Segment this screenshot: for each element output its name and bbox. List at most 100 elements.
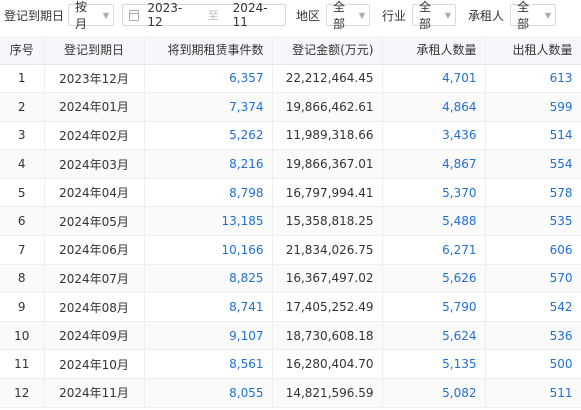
cell-due-date: 2023年12月: [44, 64, 145, 94]
cell-lessee-count[interactable]: 5,370: [382, 178, 486, 208]
region-select[interactable]: 全部 ▼: [326, 0, 371, 31]
cell-lessor-count[interactable]: 500: [485, 349, 581, 380]
header-registered-amount[interactable]: 登记金额(万元): [272, 36, 383, 65]
cell-lessee-count[interactable]: 5,624: [382, 321, 486, 351]
cell-lessor-count[interactable]: 599: [485, 92, 581, 122]
cell-registered-amount: 16,797,994.41: [272, 178, 383, 208]
cell-index: 8: [0, 264, 45, 294]
cell-registered-amount: 22,212,464.45: [272, 64, 383, 94]
chevron-down-icon: ▼: [444, 10, 452, 20]
header-lessor-count[interactable]: 出租人数量: [485, 36, 581, 65]
lessee-select[interactable]: 全部 ▼: [510, 0, 557, 31]
cell-due-date: 2024年09月: [44, 321, 145, 351]
calendar-icon: [129, 9, 140, 21]
start-date: 2023-12: [147, 1, 183, 29]
cell-lessee-count[interactable]: 4,864: [382, 92, 486, 122]
table-row: 9 2024年08月 8,741 17,405,252.49 5,790 542: [0, 292, 581, 322]
cell-registered-amount: 21,834,026.75: [272, 235, 383, 265]
chevron-down-icon: ▼: [358, 10, 366, 20]
cell-due-date: 2024年03月: [44, 149, 145, 179]
cell-due-date: 2024年07月: [44, 264, 145, 294]
cell-index: 11: [0, 349, 45, 380]
region-label: 地区: [296, 8, 321, 23]
period-select-value: 按月: [75, 0, 88, 31]
cell-expiring-events[interactable]: 13,185: [144, 206, 273, 237]
cell-registered-amount: 16,280,404.70: [272, 349, 383, 380]
cell-registered-amount: 11,989,318.66: [272, 121, 383, 151]
cell-index: 10: [0, 321, 45, 351]
cell-expiring-events[interactable]: 8,216: [144, 149, 273, 179]
cell-due-date: 2024年04月: [44, 178, 145, 208]
cell-lessor-count[interactable]: 606: [485, 235, 581, 265]
cell-registered-amount: 16,367,497.02: [272, 264, 383, 294]
cell-lessor-count[interactable]: 536: [485, 321, 581, 351]
table-row: 6 2024年05月 13,185 15,358,818.25 5,488 535: [0, 206, 581, 237]
industry-select[interactable]: 全部 ▼: [412, 0, 457, 31]
cell-expiring-events[interactable]: 6,357: [144, 64, 273, 94]
cell-lessee-count[interactable]: 4,701: [382, 64, 486, 94]
cell-expiring-events[interactable]: 8,561: [144, 349, 273, 380]
period-select[interactable]: 按月 ▼: [68, 0, 115, 31]
lessee-label: 承租人: [468, 8, 505, 23]
cell-lessor-count[interactable]: 514: [485, 121, 581, 151]
table-body: 1 2023年12月 6,357 22,212,464.45 4,701 613 2 2024…: [0, 64, 581, 408]
header-due-date[interactable]: 登记到期日: [44, 36, 145, 65]
table-row: 4 2024年03月 8,216 19,866,367.01 4,867 554: [0, 149, 581, 179]
cell-lessor-count[interactable]: 578: [485, 178, 581, 208]
cell-expiring-events[interactable]: 9,107: [144, 321, 273, 351]
chevron-down-icon: ▼: [544, 10, 552, 20]
cell-expiring-events[interactable]: 7,374: [144, 92, 273, 122]
cell-lessee-count[interactable]: 6,271: [382, 235, 486, 265]
cell-lessor-count[interactable]: 511: [485, 378, 581, 408]
cell-registered-amount: 17,405,252.49: [272, 292, 383, 322]
cell-expiring-events[interactable]: 8,055: [144, 378, 273, 408]
lessee-select-value: 全部: [517, 0, 530, 31]
cell-expiring-events[interactable]: 8,798: [144, 178, 273, 208]
cell-expiring-events[interactable]: 8,741: [144, 292, 273, 322]
filter-bar: 登记到期日 按月 ▼ 2023-12 至 2024-11 地区 全部 ▼ 行业 …: [0, 0, 581, 31]
cell-lessor-count[interactable]: 542: [485, 292, 581, 322]
date-range-picker[interactable]: 2023-12 至 2024-11: [122, 1, 287, 29]
cell-lessor-count[interactable]: 570: [485, 264, 581, 294]
cell-lessee-count[interactable]: 3,436: [382, 121, 486, 151]
date-filter-label: 登记到期日: [4, 8, 65, 23]
industry-select-value: 全部: [419, 0, 432, 31]
cell-lessee-count[interactable]: 5,135: [382, 349, 486, 380]
header-index[interactable]: 序号: [0, 36, 45, 65]
cell-registered-amount: 15,358,818.25: [272, 206, 383, 237]
range-separator: 至: [207, 9, 219, 22]
cell-registered-amount: 19,866,367.01: [272, 149, 383, 179]
cell-index: 5: [0, 178, 45, 208]
cell-lessor-count[interactable]: 554: [485, 149, 581, 179]
cell-lessor-count[interactable]: 535: [485, 206, 581, 237]
cell-lessee-count[interactable]: 5,082: [382, 378, 486, 408]
cell-expiring-events[interactable]: 8,825: [144, 264, 273, 294]
table-header-row: 序号 登记到期日 将到期租赁事件数 登记金额(万元) 承租人数量 出租人数量: [0, 36, 581, 65]
region-select-value: 全部: [333, 0, 346, 31]
table-row: 8 2024年07月 8,825 16,367,497.02 5,626 570: [0, 264, 581, 294]
cell-index: 12: [0, 378, 45, 408]
data-table: 序号 登记到期日 将到期租赁事件数 登记金额(万元) 承租人数量 出租人数量 1…: [0, 36, 581, 408]
cell-expiring-events[interactable]: 10,166: [144, 235, 273, 265]
header-lessee-count[interactable]: 承租人数量: [382, 36, 486, 65]
table-row: 11 2024年10月 8,561 16,280,404.70 5,135 500: [0, 349, 581, 380]
cell-lessee-count[interactable]: 5,488: [382, 206, 486, 237]
cell-index: 9: [0, 292, 45, 322]
cell-index: 6: [0, 206, 45, 237]
cell-due-date: 2024年05月: [44, 206, 145, 237]
cell-lessor-count[interactable]: 613: [485, 64, 581, 94]
cell-lessee-count[interactable]: 5,790: [382, 292, 486, 322]
cell-registered-amount: 14,821,596.59: [272, 378, 383, 408]
chevron-down-icon: ▼: [102, 10, 110, 20]
cell-expiring-events[interactable]: 5,262: [144, 121, 273, 151]
cell-due-date: 2024年11月: [44, 378, 145, 408]
cell-lessee-count[interactable]: 4,867: [382, 149, 486, 179]
cell-index: 4: [0, 149, 45, 179]
table-row: 1 2023年12月 6,357 22,212,464.45 4,701 613: [0, 64, 581, 94]
table-row: 12 2024年11月 8,055 14,821,596.59 5,082 511: [0, 378, 581, 408]
cell-index: 1: [0, 64, 45, 94]
cell-index: 2: [0, 92, 45, 122]
header-expiring-events[interactable]: 将到期租赁事件数: [144, 36, 273, 65]
end-date: 2024-11: [232, 1, 268, 29]
cell-lessee-count[interactable]: 5,626: [382, 264, 486, 294]
